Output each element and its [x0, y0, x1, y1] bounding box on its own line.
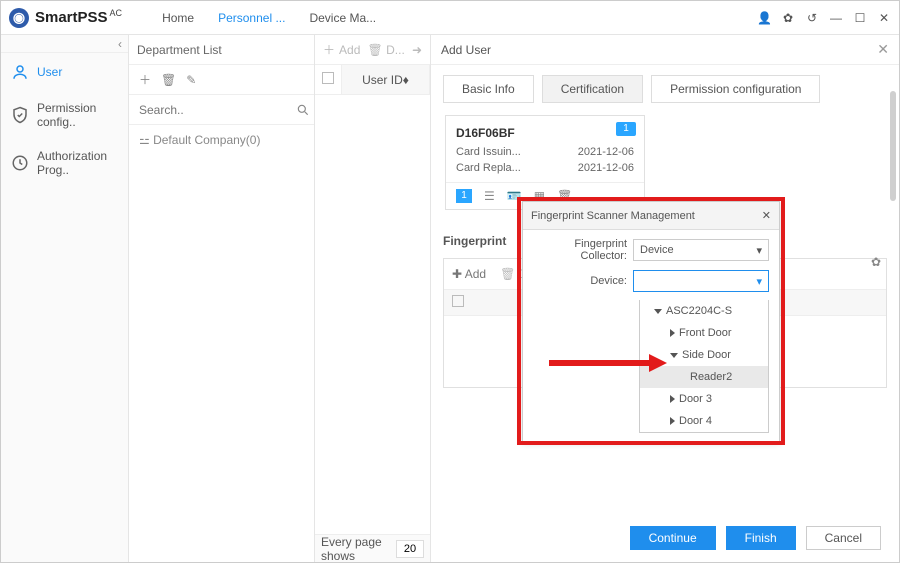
device-label: Device: [533, 275, 633, 287]
fingerprint-settings-icon[interactable]: ✿ [871, 255, 881, 269]
fingerprint-scanner-popup: Fingerprint Scanner Management ✕ Fingerp… [522, 201, 780, 442]
fingerprint-add-button[interactable]: ✚ Add [452, 267, 486, 281]
column-userid[interactable]: User ID ♦ [341, 65, 430, 94]
tree-node-door3[interactable]: Door 3 [640, 388, 768, 410]
card-issuing-row: Card Issuin...2021-12-06 [456, 146, 634, 158]
add-user-title: Add User [441, 43, 491, 57]
nav-perm-label: Permission config.. [37, 101, 118, 129]
add-dept-icon[interactable]: ＋ [139, 71, 151, 88]
user-icon[interactable]: 👤 [757, 11, 771, 25]
expand-icon [670, 353, 678, 358]
popup-close-icon[interactable]: ✕ [762, 209, 771, 222]
card-list-icon[interactable]: ☰ [484, 189, 495, 203]
card-count-badge: 1 [616, 122, 636, 136]
department-search [129, 95, 314, 125]
sort-icon: ♦ [403, 73, 409, 87]
collector-label: Fingerprint Collector: [533, 238, 633, 262]
department-panel: Department List ＋ 🗑 ✎ ⚍ Default Company(… [129, 35, 315, 562]
nav-permission[interactable]: Permission config.. [1, 91, 128, 139]
expand-icon [670, 329, 675, 337]
sync-icon[interactable]: ↺ [805, 11, 819, 25]
expand-icon [670, 395, 675, 403]
export-icon[interactable]: ➜ [412, 43, 422, 57]
minimize-icon[interactable]: — [829, 11, 843, 25]
close-panel-icon[interactable]: ✕ [877, 41, 889, 58]
pager-size-input[interactable] [396, 540, 424, 558]
popup-header: Fingerprint Scanner Management ✕ [523, 202, 779, 230]
nav-authorization[interactable]: Authorization Prog.. [1, 139, 128, 187]
org-icon: ⚍ [139, 133, 153, 147]
search-input[interactable] [137, 102, 296, 118]
tab-basic-info[interactable]: Basic Info [443, 75, 534, 103]
window-controls: 👤 ✿ ↺ — ☐ ✕ [757, 11, 891, 25]
department-root[interactable]: ⚍ Default Company(0) [129, 125, 314, 155]
user-pager: Every page shows [315, 534, 430, 562]
annotation-arrow-icon [549, 353, 669, 373]
edit-dept-icon[interactable]: ✎ [186, 73, 196, 87]
gear-icon[interactable]: ✿ [781, 11, 795, 25]
collector-select[interactable]: Device ▾ [633, 239, 769, 261]
nav-user[interactable]: User [1, 53, 128, 91]
add-user-tabs: Basic Info Certification Permission conf… [431, 65, 899, 103]
user-list-panel: ＋ Add 🗑 D... ➜ User ID ♦ Every page show… [315, 35, 431, 562]
tab-personnel[interactable]: Personnel ... [218, 11, 285, 25]
brand-suffix: AC [110, 8, 123, 18]
cancel-button[interactable]: Cancel [806, 526, 881, 550]
add-user-header: Add User ✕ [431, 35, 899, 65]
delete-user-icon[interactable]: 🗑 D... [368, 43, 405, 57]
card-index-badge: 1 [456, 189, 472, 203]
nav-auth-label: Authorization Prog.. [37, 149, 118, 177]
brand-name: SmartPSS [35, 9, 108, 26]
brand: ◉ SmartPSS AC [9, 8, 122, 28]
tree-node-root[interactable]: ASC2204C-S [640, 300, 768, 322]
finish-button[interactable]: Finish [726, 526, 796, 550]
expand-icon [654, 309, 662, 314]
fp-select-all[interactable] [444, 295, 472, 310]
user-icon [11, 63, 29, 81]
card-id-icon[interactable]: 🪪 [507, 189, 522, 203]
popup-title: Fingerprint Scanner Management [531, 210, 695, 222]
scrollbar-thumb[interactable] [890, 91, 896, 201]
tab-certification[interactable]: Certification [542, 75, 643, 103]
pager-label: Every page shows [321, 535, 390, 563]
maximize-icon[interactable]: ☐ [853, 11, 867, 25]
delete-dept-icon[interactable]: 🗑 [161, 73, 176, 87]
card-box: 1 D16F06BF Card Issuin...2021-12-06 Card… [445, 115, 645, 210]
user-toolbar: ＋ Add 🗑 D... ➜ [315, 35, 430, 65]
card-replace-row: Card Repla...2021-12-06 [456, 162, 634, 174]
nav-user-label: User [37, 65, 62, 79]
tree-node-front-door[interactable]: Front Door [640, 322, 768, 344]
expand-icon [670, 417, 675, 425]
top-tabs: Home Personnel ... Device Ma... [162, 11, 376, 25]
app-header: ◉ SmartPSS AC Home Personnel ... Device … [1, 1, 899, 35]
close-icon[interactable]: ✕ [877, 11, 891, 25]
card-code: D16F06BF [456, 126, 634, 140]
chevron-down-icon: ▾ [756, 275, 762, 288]
app-logo-icon: ◉ [9, 8, 29, 28]
select-all-checkbox[interactable] [315, 72, 341, 87]
tab-device[interactable]: Device Ma... [309, 11, 376, 25]
tab-permission-config[interactable]: Permission configuration [651, 75, 820, 103]
action-buttons: Continue Finish Cancel [630, 526, 881, 550]
tree-node-door4[interactable]: Door 4 [640, 410, 768, 432]
device-select[interactable]: ▾ [633, 270, 769, 292]
search-icon[interactable] [296, 103, 310, 117]
collector-row: Fingerprint Collector: Device ▾ [533, 238, 769, 262]
continue-button[interactable]: Continue [630, 526, 716, 550]
shield-icon [11, 106, 29, 124]
tab-home[interactable]: Home [162, 11, 194, 25]
department-title: Department List [129, 35, 314, 65]
left-nav: ‹ User Permission config.. Authorization… [1, 35, 129, 562]
add-user-button[interactable]: ＋ Add [323, 41, 360, 58]
popup-body: Fingerprint Collector: Device ▾ Device: … [523, 230, 779, 441]
user-table-header: User ID ♦ [315, 65, 430, 95]
department-toolbar: ＋ 🗑 ✎ [129, 65, 314, 95]
clock-icon [11, 154, 29, 172]
device-row: Device: ▾ [533, 270, 769, 292]
collapse-nav-icon[interactable]: ‹ [1, 35, 128, 53]
chevron-down-icon: ▾ [756, 244, 762, 257]
